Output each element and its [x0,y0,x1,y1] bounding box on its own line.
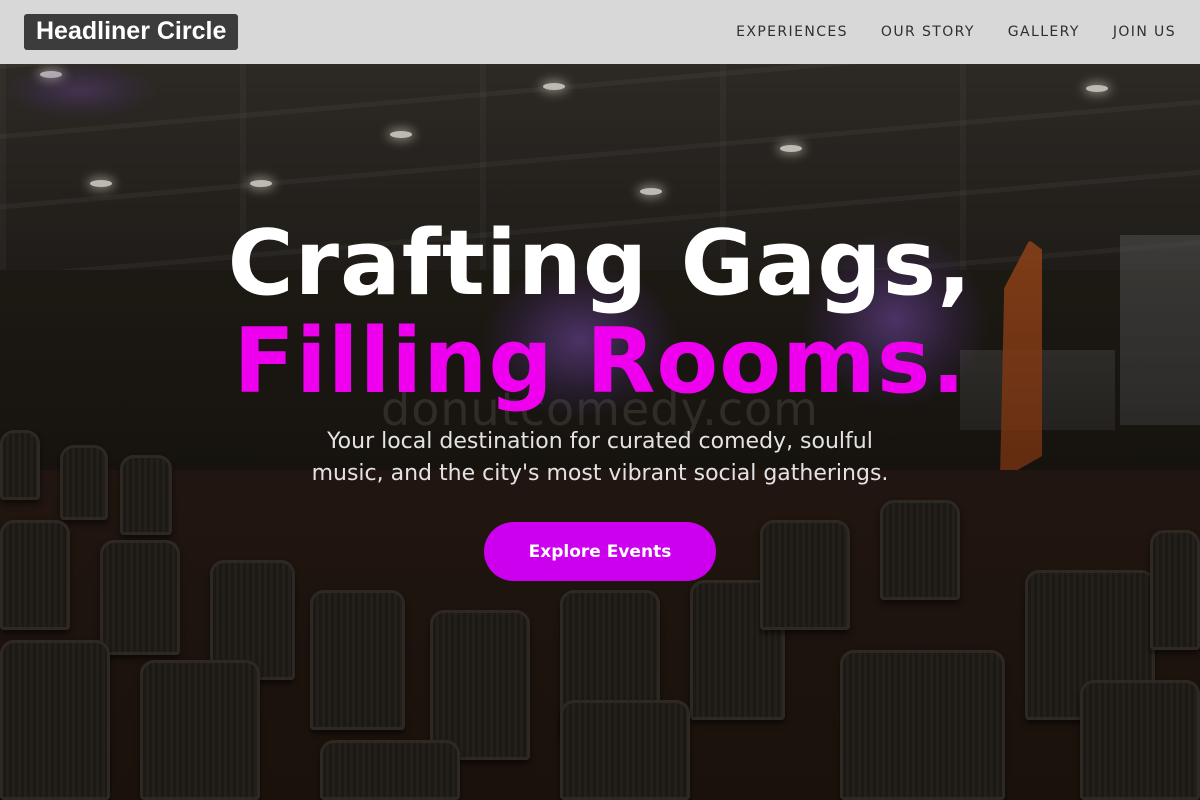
headline-line-2: Filling Rooms. [233,309,967,414]
subtitle-line-2: music, and the city's most vibrant socia… [311,461,889,486]
nav-link-our-story[interactable]: OUR STORY [881,24,975,40]
hero-subtitle: Your local destination for curated comed… [0,426,1200,490]
top-navbar: Headliner Circle EXPERIENCES OUR STORY G… [0,0,1200,64]
brand-logo[interactable]: Headliner Circle [24,14,239,50]
headline-line-1: Crafting Gags, [227,211,973,316]
hero-headline: Crafting Gags, Filling Rooms. [0,214,1200,410]
nav-link-gallery[interactable]: GALLERY [1008,24,1080,40]
explore-events-button[interactable]: Explore Events [484,522,716,581]
nav-link-join-us[interactable]: JOIN US [1113,24,1176,40]
subtitle-line-1: Your local destination for curated comed… [327,429,873,454]
nav-link-experiences[interactable]: EXPERIENCES [736,24,848,40]
nav-links: EXPERIENCES OUR STORY GALLERY JOIN US [736,24,1176,40]
